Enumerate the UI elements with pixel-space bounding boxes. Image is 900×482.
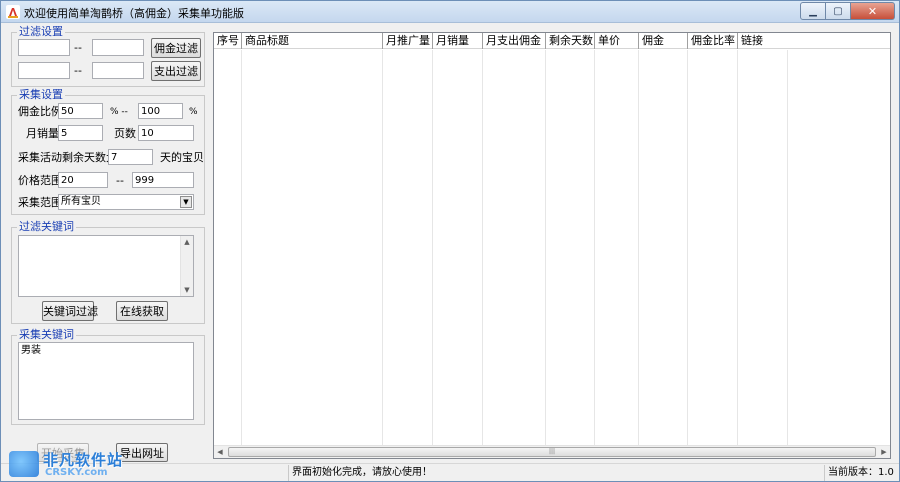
window-title: 欢迎使用简单淘鹊桥（高佣金）采集单功能版 <box>24 7 244 20</box>
filter-keywords-scrollbar[interactable]: ▲ ▼ <box>180 236 193 296</box>
arrow-up-icon[interactable]: ▲ <box>181 236 193 248</box>
column-header-index[interactable]: 序号 <box>214 33 242 49</box>
title-bar[interactable]: 欢迎使用简单淘鹊桥（高佣金）采集单功能版 ▁ ▢ ✕ <box>1 1 899 23</box>
collect-scope-label: 采集范围 <box>18 196 62 209</box>
arrow-left-icon[interactable]: ◀ <box>214 446 226 458</box>
collect-keywords-textarea[interactable]: 男装 <box>18 342 194 420</box>
price-min-input[interactable]: 20 <box>58 172 108 188</box>
collect-settings-legend: 采集设置 <box>17 88 65 101</box>
collect-keywords-legend: 采集关键词 <box>17 328 76 341</box>
expense-filter-max-input[interactable] <box>92 62 144 79</box>
status-message: 界面初始化完成，请放心使用！ <box>289 465 825 481</box>
column-header-monthly-commission[interactable]: 月支出佣金 <box>483 33 546 49</box>
pages-label: 页数 <box>114 127 136 140</box>
price-max-input[interactable]: 999 <box>132 172 194 188</box>
filter-settings-legend: 过滤设置 <box>17 25 65 38</box>
grid-column-line <box>383 50 433 445</box>
commission-filter-max-input[interactable] <box>92 39 144 56</box>
commission-filter-separator: -- <box>74 41 82 54</box>
column-header-monthly-sales[interactable]: 月销量 <box>433 33 483 49</box>
monthly-sales-input[interactable]: 5 <box>58 125 103 141</box>
commission-filter-button[interactable]: 佣金过滤 <box>151 38 201 58</box>
results-grid[interactable]: 序号 商品标题 月推广量 月销量 月支出佣金 剩余天数 单价 佣金 佣金比率 链… <box>213 32 891 459</box>
grid-column-line <box>483 50 546 445</box>
status-version: 当前版本：1.0 <box>828 467 894 478</box>
grid-column-line <box>639 50 688 445</box>
days-left-input[interactable]: 7 <box>108 149 153 165</box>
expense-filter-button[interactable]: 支出过滤 <box>151 61 201 81</box>
days-left-unit: 天的宝贝 <box>160 151 204 164</box>
grid-header: 序号 商品标题 月推广量 月销量 月支出佣金 剩余天数 单价 佣金 佣金比率 链… <box>214 33 890 49</box>
commission-ratio-min-input[interactable]: 50 <box>58 103 103 119</box>
column-header-monthly-promotion[interactable]: 月推广量 <box>383 33 433 49</box>
pages-input[interactable]: 10 <box>138 125 194 141</box>
commission-ratio-max-input[interactable]: 100 <box>138 103 183 119</box>
column-header-commission-ratio[interactable]: 佣金比率 <box>688 33 738 49</box>
price-range-label: 价格范围 <box>18 174 62 187</box>
column-header-commission[interactable]: 佣金 <box>639 33 688 49</box>
collect-keywords-text: 男装 <box>21 345 41 356</box>
arrow-down-icon[interactable]: ▼ <box>181 284 193 296</box>
minimize-button[interactable]: ▁ <box>800 2 826 20</box>
maximize-button[interactable]: ▢ <box>826 2 851 20</box>
collect-settings-group: 采集设置 佣金比例 50 % -- 100 % 月销量 5 页数 10 采集活动… <box>11 89 205 215</box>
watermark-en: CRSKY.com <box>45 467 108 478</box>
minimize-icon: ▁ <box>809 5 817 17</box>
filter-keywords-group: 过滤关键词 ▲ ▼ 关键词过滤 在线获取 <box>11 221 205 324</box>
commission-ratio-separator: % -- <box>110 107 128 117</box>
close-icon: ✕ <box>867 4 878 18</box>
column-header-title[interactable]: 商品标题 <box>242 33 383 49</box>
grid-column-line <box>738 50 788 445</box>
column-header-days-left[interactable]: 剩余天数 <box>546 33 595 49</box>
arrow-right-icon[interactable]: ▶ <box>878 446 890 458</box>
filter-keywords-legend: 过滤关键词 <box>17 220 76 233</box>
column-header-unit-price[interactable]: 单价 <box>595 33 639 49</box>
commission-ratio-label: 佣金比例 <box>18 105 62 118</box>
watermark: 非凡软件站 CRSKY.com <box>9 445 139 479</box>
grid-column-line <box>688 50 738 445</box>
commission-filter-min-input[interactable] <box>18 39 70 56</box>
grid-column-line <box>433 50 483 445</box>
online-fetch-button[interactable]: 在线获取 <box>116 301 168 321</box>
collect-keywords-group: 采集关键词 男装 <box>11 329 205 425</box>
scrollbar-thumb[interactable]: ||| <box>228 447 876 457</box>
chevron-down-icon[interactable]: ▼ <box>180 196 192 208</box>
filter-keywords-textarea[interactable]: ▲ ▼ <box>18 235 194 297</box>
maximize-icon: ▢ <box>833 5 843 17</box>
grid-horizontal-scrollbar[interactable]: ◀ ||| ▶ <box>214 445 890 458</box>
grid-column-line <box>595 50 639 445</box>
column-header-link[interactable]: 链接 <box>738 33 788 49</box>
collect-scope-select[interactable]: 所有宝贝 ▼ <box>58 194 194 210</box>
main-window: 欢迎使用简单淘鹊桥（高佣金）采集单功能版 ▁ ▢ ✕ 过滤设置 -- 佣金过滤 … <box>0 0 900 482</box>
grid-column-line <box>214 50 242 445</box>
expense-filter-separator: -- <box>74 64 82 77</box>
window-controls: ▁ ▢ ✕ <box>800 2 895 20</box>
grid-column-line <box>546 50 595 445</box>
expense-filter-min-input[interactable] <box>18 62 70 79</box>
price-range-separator: -- <box>116 174 124 187</box>
close-button[interactable]: ✕ <box>851 2 895 20</box>
watermark-logo-icon <box>9 451 39 477</box>
filter-settings-group: 过滤设置 -- 佣金过滤 -- 支出过滤 <box>11 26 205 87</box>
keyword-filter-button[interactable]: 关键词过滤 <box>42 301 98 321</box>
app-logo-icon <box>6 5 20 19</box>
collect-scope-value: 所有宝贝 <box>61 196 101 207</box>
grid-column-line <box>242 50 383 445</box>
grid-body <box>214 50 890 445</box>
monthly-sales-label: 月销量 <box>26 127 59 140</box>
commission-ratio-percent: % <box>189 107 198 117</box>
